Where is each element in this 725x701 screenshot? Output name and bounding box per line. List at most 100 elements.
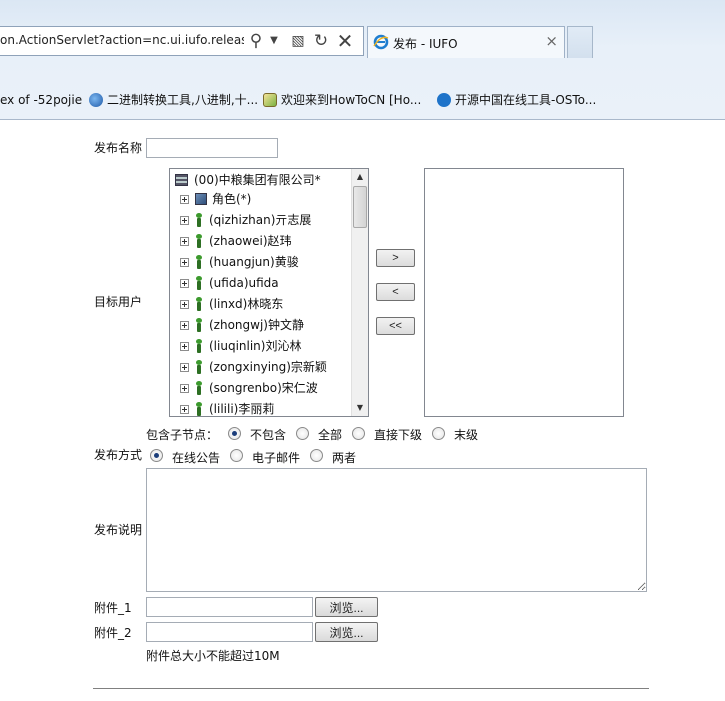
method-both-radio[interactable] [310,449,323,462]
user-icon [195,381,203,395]
method-online-label[interactable]: 在线公告 [172,449,220,466]
favorites-bar: ex of -52pojie 二进制转换工具,八进制,十... 欢迎来到HowT… [0,88,725,112]
attachment-1-label: 附件_1 [94,601,132,615]
user-tree[interactable]: (00)中粮集团有限公司* 角色(*) (qizhizhan)亓志展 (zhao… [169,168,369,417]
tree-item-user[interactable]: (liuqinlin)刘沁林 [180,336,301,357]
publish-name-label: 发布名称 [94,141,143,155]
tree-item-label: (qizhizhan)亓志展 [209,213,312,227]
tree-scrollbar[interactable]: ▲ ▼ [351,169,368,416]
tree-root[interactable]: (00)中粮集团有限公司* [175,170,321,191]
expand-icon[interactable] [180,384,189,393]
favorite-label: 二进制转换工具,八进制,十... [107,93,259,107]
tree-item-user[interactable]: (qizhizhan)亓志展 [180,210,311,231]
user-icon [195,276,203,290]
target-users-label: 目标用户 [94,295,143,309]
favorite-label: 欢迎来到HowToCN [Ho... [281,93,422,107]
user-icon [195,360,203,374]
publish-name-input[interactable] [146,138,278,158]
tree-item-user[interactable]: (ufida)ufida [180,273,279,294]
expand-icon[interactable] [180,258,189,267]
stop-icon[interactable]: ✕ [335,30,355,52]
description-label: 发布说明 [94,523,143,537]
tab-iufo[interactable]: 发布 - IUFO × [367,26,565,58]
favorite-link[interactable]: 欢迎来到HowToCN [Ho... [263,88,421,112]
description-textarea[interactable] [146,468,647,592]
tree-item-label: (zhaowei)赵玮 [209,234,292,248]
add-user-button[interactable]: > [376,249,415,267]
include-children-none-label[interactable]: 不包含 [250,426,286,443]
include-children-label: 包含子节点： [146,428,219,442]
method-email-radio[interactable] [230,449,243,462]
expand-icon[interactable] [180,216,189,225]
user-icon [195,318,203,332]
method-email-label[interactable]: 电子邮件 [252,449,300,466]
tree-item-label: (zhongwj)钟文静 [209,318,304,332]
publish-method-label: 发布方式 [94,448,143,462]
user-icon [195,255,203,269]
include-children-none-radio[interactable] [228,427,241,440]
favorite-label: ex of -52pojie [0,93,83,107]
address-url[interactable]: on.ActionServlet?action=nc.ui.iufo.relea… [0,33,244,47]
method-both-label[interactable]: 两者 [332,449,356,466]
scroll-up-icon[interactable]: ▲ [352,169,368,185]
include-children-all-radio[interactable] [296,427,309,440]
scroll-down-icon[interactable]: ▼ [352,400,368,416]
howtocn-icon [263,93,277,107]
remove-user-button[interactable]: < [376,283,415,301]
tab-title: 发布 - IUFO [393,37,458,51]
expand-icon[interactable] [180,279,189,288]
oschina-icon [437,93,451,107]
include-children-all-label[interactable]: 全部 [318,426,342,443]
tree-item-role[interactable]: 角色(*) [180,189,251,210]
tree-item-user[interactable]: (huangjun)黄骏 [180,252,299,273]
expand-icon[interactable] [180,321,189,330]
method-online-radio[interactable] [150,449,163,462]
tree-item-user[interactable]: (lilili)李丽莉 [180,399,275,416]
expand-icon[interactable] [180,405,189,414]
expand-icon[interactable] [180,300,189,309]
include-children-leaf-radio[interactable] [432,427,445,440]
tree-item-user[interactable]: (linxd)林晓东 [180,294,283,315]
attachment-1-input[interactable] [146,597,313,617]
favorite-link[interactable]: 二进制转换工具,八进制,十... [89,88,258,112]
user-icon [195,297,203,311]
user-icon [195,402,203,416]
attachment-2-input[interactable] [146,622,313,642]
globe-icon [89,93,103,107]
tree-item-label: (linxd)林晓东 [209,297,284,311]
favorite-link[interactable]: ex of -52pojie [0,88,82,112]
compatibility-view-icon[interactable]: ▧ [288,30,308,52]
include-children-direct-label[interactable]: 直接下级 [374,426,422,443]
expand-icon[interactable] [180,195,189,204]
dropdown-arrow-icon[interactable]: ▼ [264,30,284,52]
refresh-icon[interactable]: ↻ [311,30,331,52]
include-children-leaf-label[interactable]: 末级 [454,426,478,443]
organization-icon [175,174,188,186]
size-limit-note: 附件总大小不能超过10M [146,649,280,663]
tree-item-user[interactable]: (zhongwj)钟文静 [180,315,304,336]
role-icon [195,193,207,205]
tree-item-user[interactable]: (zhaowei)赵玮 [180,231,292,252]
selected-users-list[interactable] [424,168,624,417]
new-tab-button[interactable] [567,26,593,58]
tree-item-user[interactable]: (zongxinying)宗新颖 [180,357,327,378]
tree-item-label: (zongxinying)宗新颖 [209,360,327,374]
tree-item-label: 角色(*) [212,192,252,206]
browse-1-button[interactable]: 浏览... [315,597,378,617]
scroll-thumb[interactable] [353,186,367,228]
expand-icon[interactable] [180,237,189,246]
user-icon [195,234,203,248]
tree-item-user[interactable]: (songrenbo)宋仁波 [180,378,318,399]
tree-item-label: (lilili)李丽莉 [209,402,275,416]
address-bar[interactable]: on.ActionServlet?action=nc.ui.iufo.relea… [0,26,364,56]
footer-divider [93,688,649,689]
search-icon[interactable]: ⚲ [246,30,266,52]
include-children-direct-radio[interactable] [352,427,365,440]
expand-icon[interactable] [180,363,189,372]
remove-all-users-button[interactable]: << [376,317,415,335]
tree-item-label: (ufida)ufida [209,276,279,290]
close-icon[interactable]: × [545,32,558,50]
expand-icon[interactable] [180,342,189,351]
favorite-link[interactable]: 开源中国在线工具-OSTo... [437,88,596,112]
browse-2-button[interactable]: 浏览... [315,622,378,642]
